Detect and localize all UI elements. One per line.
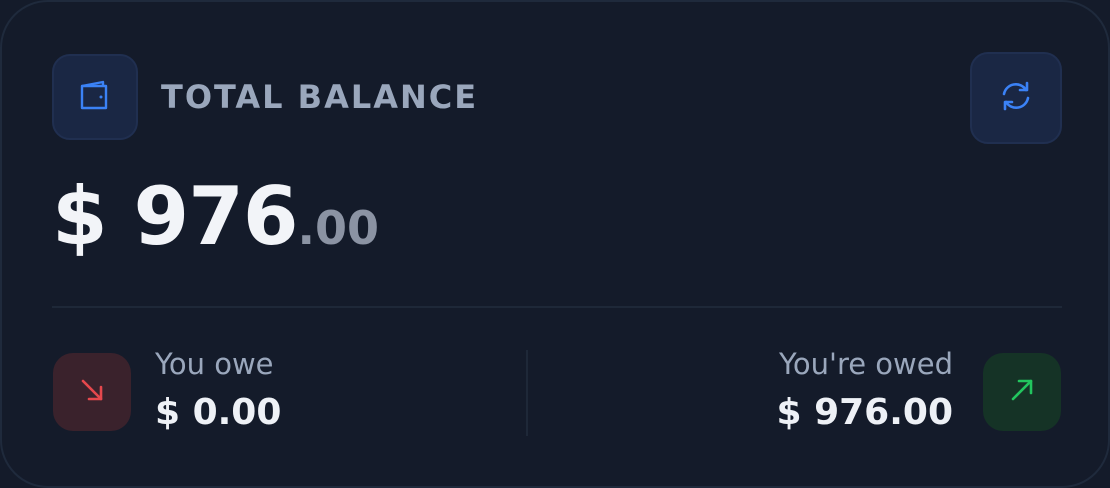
- arrow-up-right-icon: [1006, 374, 1038, 410]
- you-owe-icon-container: [53, 353, 131, 431]
- balance-whole: 976: [133, 170, 299, 263]
- balance-currency: $: [52, 170, 108, 263]
- balance-space: [107, 170, 134, 263]
- you-owe-amount: $ 0.00: [155, 392, 282, 433]
- total-balance-amount: $ 976.00: [52, 170, 379, 270]
- wallet-icon: [77, 77, 113, 117]
- you-owe-label: You owe: [155, 347, 274, 381]
- divider: [52, 306, 1062, 308]
- balance-cents: .00: [297, 201, 380, 255]
- wallet-icon-container: [52, 54, 138, 140]
- vertical-divider: [526, 350, 528, 436]
- youre-owed-icon-container: [983, 353, 1061, 431]
- youre-owed-label: You're owed: [778, 347, 953, 381]
- refresh-button[interactable]: [970, 52, 1062, 144]
- page-title: TOTAL BALANCE: [161, 78, 479, 116]
- youre-owed-amount: $ 976.00: [776, 392, 953, 433]
- refresh-icon: [998, 78, 1034, 118]
- balance-card: TOTAL BALANCE $ 976.00 You owe $ 0.00 Yo…: [0, 0, 1110, 488]
- arrow-down-right-icon: [76, 374, 108, 410]
